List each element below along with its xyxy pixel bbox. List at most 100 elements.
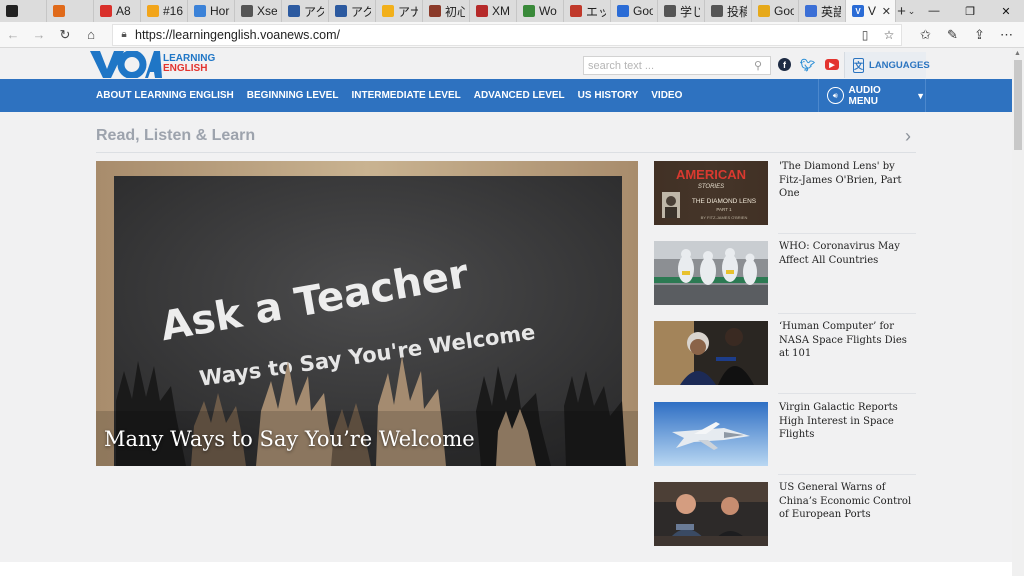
page-footer-strip	[0, 562, 1012, 576]
nav-item-us-history[interactable]: US HISTORY	[578, 90, 639, 101]
browser-tab[interactable]	[47, 0, 94, 22]
thumb-part: PART 1	[716, 207, 732, 212]
tab-favicon-icon	[523, 5, 535, 17]
story-item[interactable]: ‘Human Computer’ for NASA Space Flights …	[654, 321, 916, 385]
browser-tab[interactable]: アク	[329, 0, 376, 22]
url-field[interactable]: 🔒︎ https://learningenglish.voanews.com/ …	[112, 23, 902, 46]
story-divider	[778, 474, 916, 475]
voa-logo[interactable]	[90, 51, 162, 78]
story-thumbnail[interactable]: AMERICAN STORIES THE DIAMOND LENS PART 1…	[654, 161, 768, 225]
minimize-button[interactable]: —	[916, 0, 952, 22]
nav-item-about-learning-english[interactable]: ABOUT LEARNING ENGLISH	[96, 90, 234, 101]
story-divider	[778, 393, 916, 394]
browser-tab[interactable]: Xse	[235, 0, 282, 22]
story-thumbnail[interactable]	[654, 321, 768, 385]
story-divider	[778, 233, 916, 234]
audio-menu-button[interactable]: 🔊︎ AUDIO MENU ▼	[818, 79, 926, 112]
browser-tab[interactable]: 初心	[423, 0, 470, 22]
browser-tab[interactable]: Wo	[517, 0, 564, 22]
story-item[interactable]: US General Warns of China’s Economic Con…	[654, 482, 916, 546]
story-title[interactable]: Virgin Galactic Reports High Interest in…	[779, 401, 919, 442]
story-thumbnail[interactable]	[654, 241, 768, 305]
tab-favicon-icon	[335, 5, 347, 17]
hero-story[interactable]: Ask a Teacher Ways to Say You're Welcome…	[96, 161, 638, 466]
nav-item-advanced-level[interactable]: ADVANCED LEVEL	[474, 90, 565, 101]
tab-favicon-icon	[6, 5, 18, 17]
restore-button[interactable]: ❐	[952, 0, 988, 22]
browser-tab[interactable]: 英語	[799, 0, 846, 22]
active-tab[interactable]: V V ✕	[846, 0, 896, 22]
browser-tab[interactable]: アク	[282, 0, 329, 22]
story-item[interactable]: Virgin Galactic Reports High Interest in…	[654, 402, 916, 466]
reading-view-icon[interactable]: ▯	[853, 28, 877, 42]
browser-tab[interactable]: アナ	[376, 0, 423, 22]
share-icon[interactable]: ⇪	[966, 27, 993, 43]
home-icon[interactable]: ⌂	[78, 22, 104, 48]
nav-item-video[interactable]: VIDEO	[651, 90, 682, 101]
back-arrow-icon[interactable]: ←	[0, 22, 26, 48]
scrollbar-thumb[interactable]	[1014, 60, 1022, 150]
close-window-button[interactable]: ✕	[988, 0, 1024, 22]
tab-favicon-icon	[711, 5, 723, 17]
twitter-icon[interactable]: 🐦︎	[800, 58, 815, 72]
new-tab-button[interactable]: +	[896, 0, 907, 22]
forward-arrow-icon[interactable]: →	[26, 22, 52, 48]
tab-favicon-icon	[53, 5, 65, 17]
story-title[interactable]: ‘Human Computer’ for NASA Space Flights …	[779, 320, 919, 361]
youtube-icon[interactable]: ▶	[825, 59, 839, 70]
story-divider	[778, 313, 916, 314]
katherine-johnson-photo	[654, 321, 768, 385]
nav-item-intermediate-level[interactable]: INTERMEDIATE LEVEL	[351, 90, 460, 101]
voa-favicon-icon: V	[852, 5, 864, 17]
browser-tab[interactable]: XM	[470, 0, 517, 22]
hero-caption[interactable]: Many Ways to Say You’re Welcome	[104, 427, 475, 451]
story-thumbnail[interactable]	[654, 482, 768, 546]
story-thumbnail[interactable]	[654, 402, 768, 466]
story-item[interactable]: AMERICAN STORIES THE DIAMOND LENS PART 1…	[654, 161, 916, 225]
chevron-right-icon[interactable]: ›	[905, 126, 911, 147]
tab-label: #16	[163, 4, 183, 18]
tab-label: エッ	[586, 4, 606, 19]
scroll-up-icon[interactable]: ▲	[1014, 50, 1021, 57]
url-text[interactable]: https://learningenglish.voanews.com/	[135, 28, 853, 42]
nav-item-beginning-level[interactable]: BEGINNING LEVEL	[247, 90, 339, 101]
section-divider	[96, 152, 916, 153]
browser-tab[interactable]: 学じ	[658, 0, 705, 22]
tab-list-chevron-icon[interactable]: ⌄	[907, 0, 916, 22]
tab-favicon-icon	[664, 5, 676, 17]
story-item[interactable]: WHO: Coronavirus May Affect All Countrie…	[654, 241, 916, 305]
browser-tab[interactable]: エッ	[564, 0, 611, 22]
tab-label: Xse	[257, 4, 277, 18]
speaker-icon: 🔊︎	[827, 87, 844, 104]
story-title[interactable]: 'The Diamond Lens' by Fitz-James O'Brien…	[779, 160, 919, 201]
search-input[interactable]	[584, 59, 748, 72]
close-tab-icon[interactable]: ✕	[882, 5, 891, 18]
browser-tab[interactable]: #16	[141, 0, 188, 22]
tab-favicon-icon	[241, 5, 253, 17]
tab-label: アク	[304, 4, 324, 19]
active-tab-label: V	[868, 4, 877, 18]
search-icon[interactable]: ⚲	[748, 59, 768, 72]
page-scrollbar[interactable]: ▲	[1012, 48, 1024, 576]
browser-tab[interactable]: Goo	[752, 0, 799, 22]
browser-tab[interactable]: Hor	[188, 0, 235, 22]
favorites-list-icon[interactable]: ✩	[912, 27, 939, 43]
browser-tab[interactable]: 投稿	[705, 0, 752, 22]
tab-label: アク	[351, 4, 371, 19]
section-title[interactable]: Read, Listen & Learn	[96, 127, 255, 145]
tab-favicon-icon	[147, 5, 159, 17]
browser-tab[interactable]	[0, 0, 47, 22]
tab-favicon-icon	[570, 5, 582, 17]
browser-tab[interactable]: Goo	[611, 0, 658, 22]
pen-icon[interactable]: ✎	[939, 27, 966, 43]
tab-favicon-icon	[617, 5, 629, 17]
refresh-icon[interactable]: ↻	[52, 22, 78, 48]
story-title[interactable]: US General Warns of China’s Economic Con…	[779, 481, 919, 522]
tab-favicon-icon	[476, 5, 488, 17]
more-menu-icon[interactable]: ⋯	[993, 27, 1020, 43]
languages-button[interactable]: 文 LANGUAGES	[844, 52, 930, 78]
favorite-star-icon[interactable]: ☆	[877, 28, 901, 42]
facebook-icon[interactable]: f	[778, 58, 791, 71]
browser-tab[interactable]: A8	[94, 0, 141, 22]
story-title[interactable]: WHO: Coronavirus May Affect All Countrie…	[779, 240, 919, 267]
